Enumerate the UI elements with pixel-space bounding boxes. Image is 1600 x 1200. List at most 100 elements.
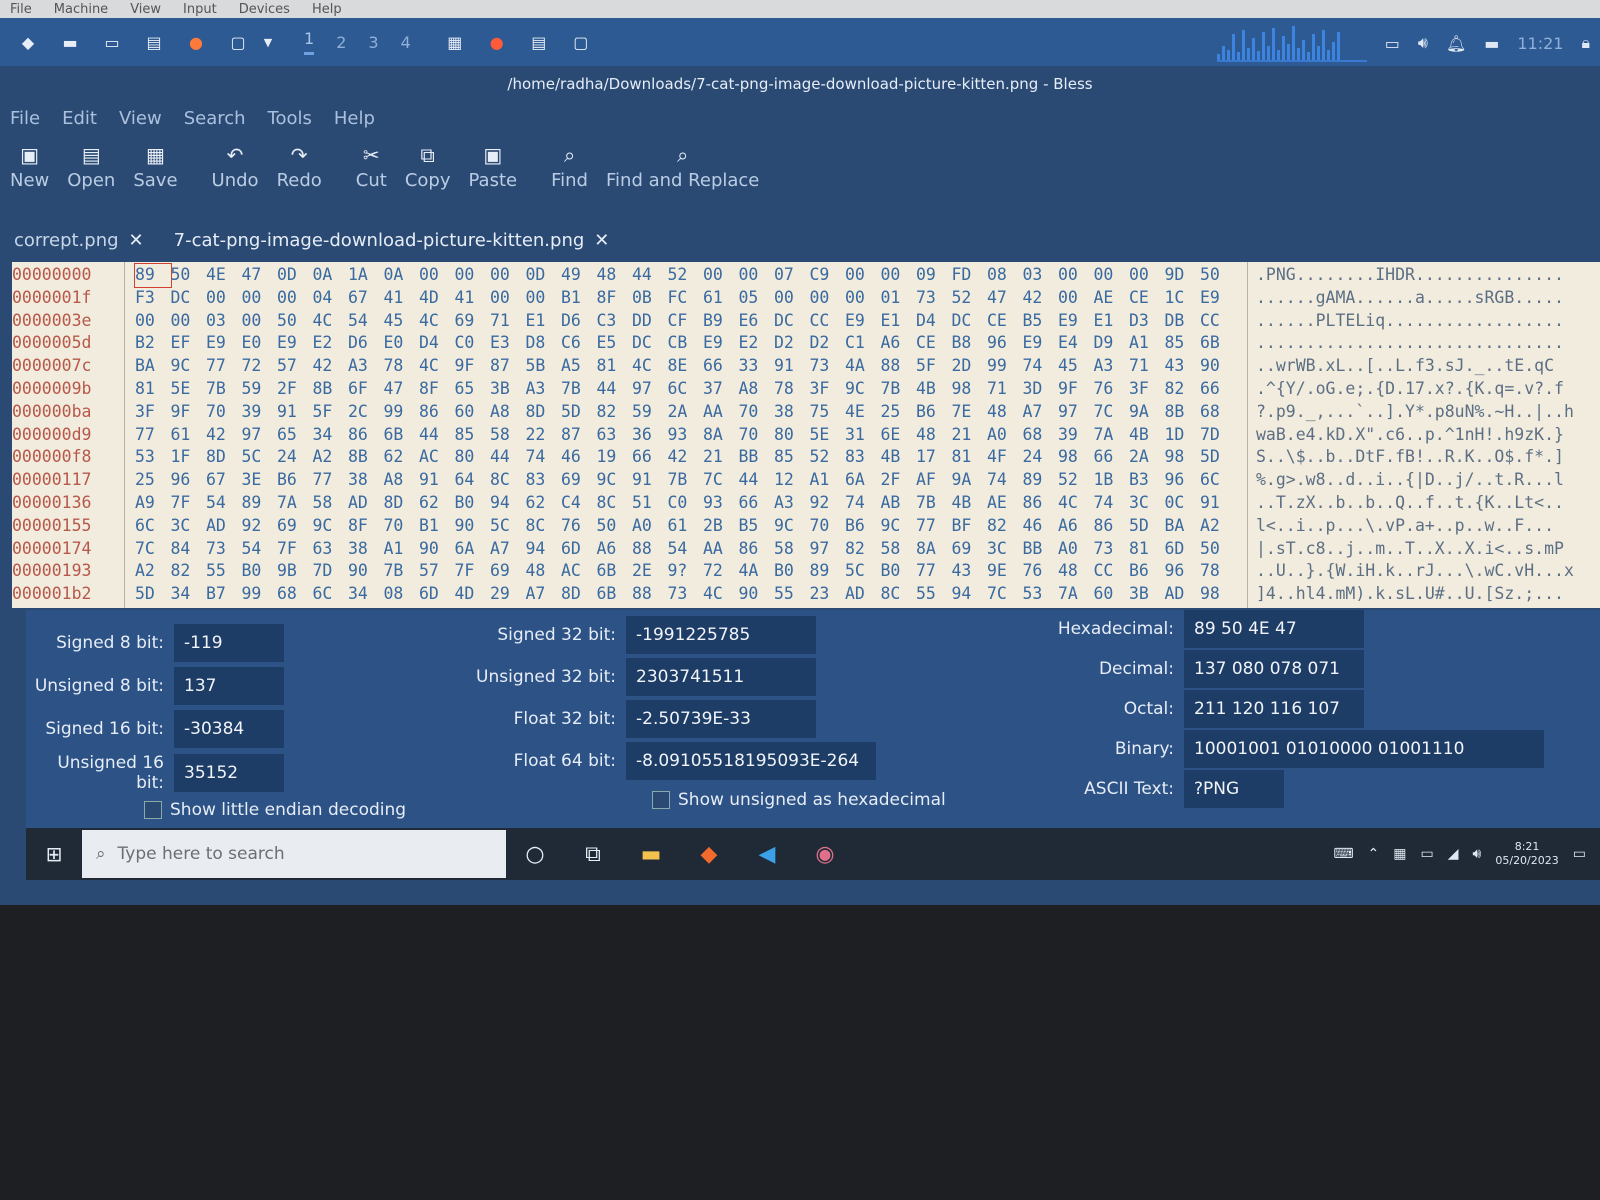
hex-byte[interactable]: 4C	[313, 310, 349, 333]
hex-byte[interactable]: 58	[881, 538, 917, 561]
hex-byte[interactable]: 7B	[384, 560, 420, 583]
hex-byte[interactable]: A8	[739, 378, 775, 401]
hex-byte[interactable]: 6C	[1200, 469, 1236, 492]
hex-byte[interactable]: D3	[1129, 310, 1165, 333]
hex-byte[interactable]: 2C	[348, 401, 384, 424]
hex-byte[interactable]: 74	[1094, 492, 1130, 515]
file-explorer-icon[interactable]: ▬	[622, 842, 680, 867]
hex-byte[interactable]: 83	[526, 469, 562, 492]
text-editor-icon[interactable]: ▤	[140, 29, 168, 55]
close-icon[interactable]: ✕	[129, 230, 144, 251]
hex-byte[interactable]: A2	[1200, 515, 1236, 538]
hex-byte[interactable]: 82	[987, 515, 1023, 538]
hex-byte[interactable]: 5E	[810, 424, 846, 447]
hex-byte[interactable]: 8F	[419, 378, 455, 401]
signed32-value[interactable]: -1991225785	[626, 616, 816, 654]
hex-byte[interactable]: A9	[135, 492, 171, 515]
hex-byte[interactable]: 58	[774, 538, 810, 561]
hex-byte[interactable]: 9F	[1058, 378, 1094, 401]
hex-byte[interactable]: B6	[277, 469, 313, 492]
hex-byte[interactable]: E9	[703, 332, 739, 355]
hex-byte[interactable]: 7F	[277, 538, 313, 561]
hex-byte[interactable]: 53	[135, 446, 171, 469]
hex-byte[interactable]: 88	[632, 538, 668, 561]
ascii-row[interactable]: %.g>.w8..d..i..{|D..j/..t.R...l	[1256, 469, 1600, 492]
hex-byte[interactable]: 36	[632, 424, 668, 447]
hex-byte[interactable]: 2A	[1129, 446, 1165, 469]
hex-byte[interactable]: C6	[561, 332, 597, 355]
hex-byte[interactable]: FC	[668, 287, 704, 310]
hex-byte[interactable]: AD	[206, 515, 242, 538]
hex-byte[interactable]: 9F	[455, 355, 491, 378]
redo-button[interactable]: ↷ Redo	[277, 140, 322, 191]
hex-byte[interactable]: A6	[1058, 515, 1094, 538]
hex-byte[interactable]: 81	[952, 446, 988, 469]
hex-byte[interactable]: 5D	[1129, 515, 1165, 538]
hex-byte[interactable]: 63	[597, 424, 633, 447]
hex-byte[interactable]: 4C	[419, 355, 455, 378]
hex-byte[interactable]: 3C	[987, 538, 1023, 561]
task-view-icon[interactable]: ⧉	[564, 842, 622, 867]
hex-byte[interactable]: 7E	[952, 401, 988, 424]
unsigned-hex-checkbox[interactable]	[652, 791, 670, 809]
hex-byte[interactable]: 50	[597, 515, 633, 538]
hex-byte[interactable]: 81	[1129, 538, 1165, 561]
hex-byte[interactable]: 7F	[455, 560, 491, 583]
hex-byte[interactable]: 68	[1023, 424, 1059, 447]
hex-byte[interactable]: 47	[987, 287, 1023, 310]
ascii-row[interactable]: .PNG........IHDR...............	[1256, 264, 1600, 287]
hex-byte[interactable]: A1	[384, 538, 420, 561]
hex-byte[interactable]: E4	[1058, 332, 1094, 355]
hex-byte[interactable]: 5B	[526, 355, 562, 378]
hex-byte[interactable]: B3	[1129, 469, 1165, 492]
hex-byte[interactable]: 99	[242, 583, 278, 606]
hex-byte[interactable]: 91	[419, 469, 455, 492]
hex-byte[interactable]: 00	[810, 287, 846, 310]
hex-byte[interactable]: A2	[313, 446, 349, 469]
hex-byte[interactable]: 7A	[1094, 424, 1130, 447]
hex-byte[interactable]: DB	[1165, 310, 1201, 333]
hex-byte[interactable]: 87	[561, 424, 597, 447]
hex-byte[interactable]: 82	[1165, 378, 1201, 401]
octal-value[interactable]: 211 120 116 107	[1184, 690, 1364, 728]
hex-byte[interactable]: 67	[206, 469, 242, 492]
hex-byte[interactable]: 69	[277, 515, 313, 538]
hex-byte[interactable]: 41	[455, 287, 491, 310]
hex-byte[interactable]: 2B	[703, 515, 739, 538]
hex-byte[interactable]: 5E	[171, 378, 207, 401]
hex-byte[interactable]: 61	[171, 424, 207, 447]
hex-byte[interactable]: FD	[952, 264, 988, 287]
hex-byte[interactable]: 4B	[881, 446, 917, 469]
hex-byte[interactable]: D9	[1094, 332, 1130, 355]
hex-byte[interactable]: 38	[348, 538, 384, 561]
hex-byte[interactable]: E6	[739, 310, 775, 333]
hex-byte[interactable]: 77	[206, 355, 242, 378]
hex-byte[interactable]: 98	[1165, 446, 1201, 469]
hex-byte[interactable]: 91	[632, 469, 668, 492]
hex-byte[interactable]: E9	[206, 332, 242, 355]
hex-byte[interactable]: 77	[916, 560, 952, 583]
hex-byte[interactable]: E3	[490, 332, 526, 355]
hex-byte[interactable]: 00	[206, 287, 242, 310]
hex-byte[interactable]: AF	[916, 469, 952, 492]
hex-byte[interactable]: BA	[135, 355, 171, 378]
hex-byte[interactable]: 7C	[987, 583, 1023, 606]
hex-byte[interactable]: 2F	[277, 378, 313, 401]
cortana-icon[interactable]: ○	[506, 842, 564, 867]
hex-byte[interactable]: 65	[277, 424, 313, 447]
ascii-row[interactable]: ......PLTELiq..................	[1256, 310, 1600, 333]
hex-byte[interactable]: CF	[668, 310, 704, 333]
battery-icon[interactable]: ▭	[1421, 846, 1434, 862]
hex-byte[interactable]: 71	[490, 310, 526, 333]
hex-byte[interactable]: 00	[277, 287, 313, 310]
hex-byte[interactable]: 2E	[632, 560, 668, 583]
hex-byte[interactable]: 84	[171, 538, 207, 561]
hex-byte[interactable]: 24	[277, 446, 313, 469]
hex-byte[interactable]: B1	[419, 515, 455, 538]
hex-byte[interactable]: 6B	[597, 583, 633, 606]
hex-byte[interactable]: AE	[1094, 287, 1130, 310]
hex-byte[interactable]: 7C	[135, 538, 171, 561]
hex-byte[interactable]: 70	[810, 515, 846, 538]
battery-icon[interactable]: ▬	[1484, 34, 1499, 53]
hex-byte[interactable]: D4	[419, 332, 455, 355]
